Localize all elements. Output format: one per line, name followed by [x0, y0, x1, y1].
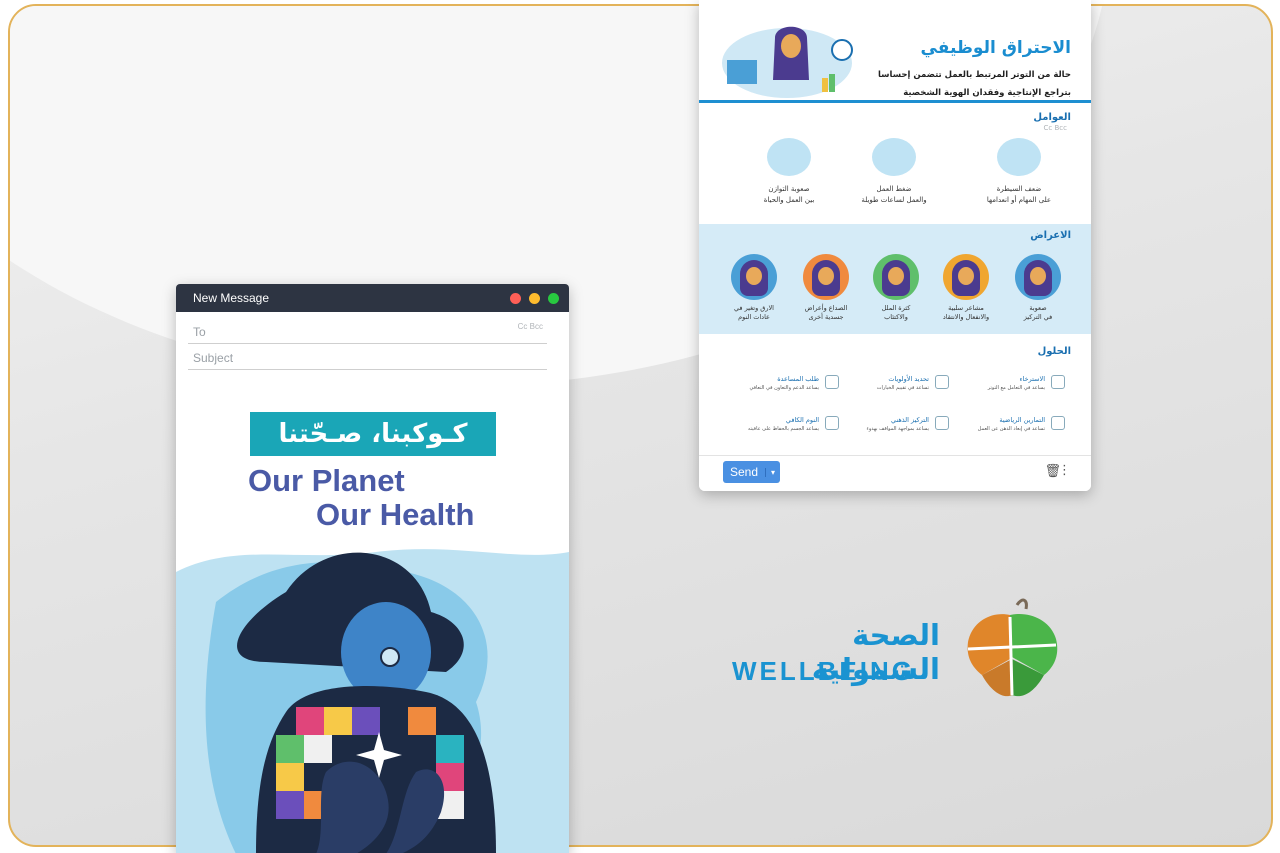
help-icon — [825, 375, 839, 389]
symptom-label-sub: في التركيز — [1023, 313, 1053, 321]
cc-bcc-link[interactable]: Cc Bcc — [1044, 124, 1067, 132]
to-placeholder: To — [193, 325, 206, 339]
apple-logo-icon — [967, 598, 1058, 697]
maximize-button[interactable] — [548, 292, 559, 304]
compose-window-left: New Message To Cc Bcc Subject كـوكبنا، ص… — [176, 284, 569, 853]
symptom-item: الارق وتغير في عادات النوم — [721, 254, 787, 322]
close-button[interactable] — [510, 292, 521, 304]
compose-fields: To Cc Bcc Subject — [176, 312, 569, 370]
relax-icon — [1051, 375, 1065, 389]
factor-item: صعوبة التوازن بين العمل والحياة — [734, 138, 844, 206]
factor-item: ضغط العمل والعمل لساعات طويلة — [839, 138, 949, 206]
factor-label: صعوبة التوازن — [768, 185, 810, 193]
face-avatar-icon — [943, 254, 989, 300]
symptoms-title: الاعراض — [1030, 230, 1071, 241]
symptom-label-sub: والاكتئاب — [884, 313, 908, 321]
subject-field[interactable]: Subject — [188, 344, 547, 370]
mindfulness-icon — [935, 416, 949, 430]
infographic-desc-line1: حالة من التوتر المرتبط بالعمل تتضمن إحسا… — [877, 70, 1071, 80]
poster-body: كـوكبنا، صـحّتنا Our Planet Our Health — [176, 402, 569, 853]
send-label: Send — [729, 465, 759, 479]
compose-footer: Send ▾ ⋮ 🗑 — [699, 455, 1091, 491]
face-avatar-icon — [803, 254, 849, 300]
chevron-down-icon[interactable]: ▾ — [765, 467, 780, 477]
subject-placeholder: Subject — [193, 351, 234, 365]
face-avatar-icon — [731, 254, 777, 300]
poster-title: Our Planet Our Health — [248, 464, 508, 532]
solution-label: الاسترخاء — [1019, 375, 1045, 383]
symptom-label-sub: والانفعال والانتقاد — [942, 313, 990, 321]
solution-item: الاسترخاء يساعد في التعامل مع التوتر — [935, 375, 1065, 393]
symptom-item: صعوبة في التركيز — [1005, 254, 1071, 322]
factors-title: العوامل — [1033, 112, 1071, 123]
compose-title: New Message — [193, 291, 270, 305]
symptom-label: الصداع وأعراض — [804, 304, 848, 312]
symptoms-section: الاعراض صعوبة في التركيز مشاعر سلبية وال… — [699, 224, 1091, 334]
solution-label: التمارين الرياضية — [999, 416, 1045, 424]
solution-label: تحديد الأولويات — [888, 375, 929, 383]
poster-arabic-banner: كـوكبنا، صـحّتنا — [250, 412, 496, 456]
logo-english-text: WELLBEING — [732, 656, 915, 686]
solution-sub: تساعد في إبعاد الذهن عن العمل — [977, 426, 1045, 432]
solution-label: النوم الكافي — [785, 416, 819, 424]
symptom-item: الصداع وأعراض جسدية أخرى — [793, 254, 859, 322]
poster-illustration — [176, 549, 569, 853]
send-button[interactable]: Send ▾ — [723, 461, 780, 483]
solution-item: النوم الكافي يساعد الجسم بالحفاظ على عاف… — [709, 416, 839, 434]
compose-window-right: الاحتراق الوظيفي حالة من التوتر المرتبط … — [699, 0, 1091, 491]
infographic-desc-line2: بتراجع الإنتاجية وفقدان الهوية الشخصية — [903, 88, 1071, 98]
infographic-title: الاحتراق الوظيفي — [920, 38, 1071, 58]
factor-label-sub: على المهام أو انعدامها — [986, 196, 1052, 204]
symptom-item: مشاعر سلبية والانفعال والانتقاد — [933, 254, 999, 322]
symptom-item: كثرة الملل والاكتئاب — [863, 254, 929, 322]
symptom-label: صعوبة — [1029, 304, 1047, 312]
priorities-icon — [935, 375, 949, 389]
calendar-icon — [997, 138, 1041, 176]
compose-titlebar: New Message — [176, 284, 569, 312]
factor-label: ضغط العمل — [876, 185, 912, 193]
solution-sub: يساعد في التعامل مع التوتر — [987, 385, 1045, 391]
solution-sub: يساعد الدعم والتعاون في التعافي — [749, 385, 819, 391]
trash-icon[interactable]: 🗑 — [1044, 464, 1061, 479]
minimize-button[interactable] — [529, 292, 540, 304]
symptom-label-sub: عادات النوم — [738, 313, 770, 321]
burnout-illustration — [722, 26, 853, 98]
face-avatar-icon — [873, 254, 919, 300]
sleep-icon — [825, 416, 839, 430]
to-field[interactable]: To Cc Bcc — [188, 318, 547, 344]
solutions-title: الحلول — [1037, 346, 1071, 357]
solution-label: التركيز الذهني — [890, 416, 929, 424]
infographic-header: الاحتراق الوظيفي حالة من التوتر المرتبط … — [699, 8, 1091, 103]
cc-bcc-link[interactable]: Cc Bcc — [518, 322, 543, 331]
balance-scale-icon — [767, 138, 811, 176]
solution-item: طلب المساعدة يساعد الدعم والتعاون في الت… — [709, 375, 839, 393]
factor-item: ضعف السيطرة على المهام أو انعدامها — [964, 138, 1074, 206]
poster-title-line2: Our Health — [316, 497, 475, 532]
solution-item: التمارين الرياضية تساعد في إبعاد الذهن ع… — [935, 416, 1065, 434]
solution-label: طلب المساعدة — [777, 375, 819, 383]
symptom-label: الارق وتغير في — [734, 304, 774, 312]
exercise-icon — [1051, 416, 1065, 430]
face-avatar-icon — [1015, 254, 1061, 300]
factor-label: ضعف السيطرة — [996, 185, 1042, 193]
symptom-label-sub: جسدية أخرى — [808, 313, 844, 321]
solution-sub: يساعد الجسم بالحفاظ على عافيته — [747, 426, 819, 432]
poster-title-line1: Our Planet — [248, 463, 405, 498]
symptom-label: كثرة الملل — [881, 304, 911, 312]
factor-label-sub: والعمل لساعات طويلة — [861, 196, 927, 204]
symptom-label: مشاعر سلبية — [948, 304, 984, 312]
clock-icon — [872, 138, 916, 176]
factor-label-sub: بين العمل والحياة — [763, 196, 815, 204]
